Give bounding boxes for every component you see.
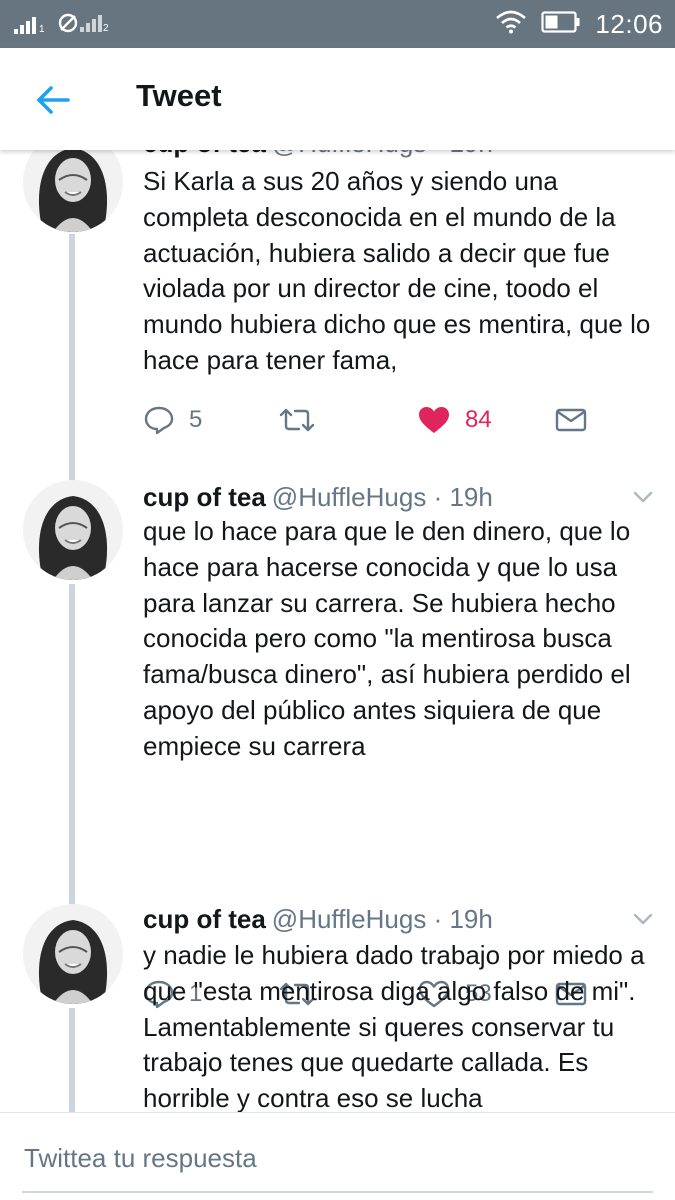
- like-count: 84: [465, 406, 492, 433]
- battery-icon: [541, 10, 581, 39]
- heart-filled-icon: [419, 407, 449, 433]
- tweet-thread[interactable]: cup of tea@HuffleHugs · 19h Si Karla a s…: [0, 150, 675, 1112]
- tweet-header: cup of tea@HuffleHugs · 19h: [143, 904, 493, 934]
- avatar[interactable]: [23, 904, 123, 1004]
- app-bar: Tweet: [0, 48, 675, 150]
- reply-input[interactable]: Twittea tu respuesta: [24, 1143, 257, 1174]
- dm-button[interactable]: [555, 400, 587, 440]
- chevron-down-icon[interactable]: [630, 906, 656, 932]
- signal-bars-icon: 1: [14, 14, 48, 36]
- author-handle[interactable]: @HuffleHugs: [272, 904, 427, 934]
- author-handle[interactable]: @HuffleHugs: [272, 482, 427, 512]
- reply-button[interactable]: 5: [143, 400, 202, 440]
- no-sim-icon: 2: [58, 12, 110, 36]
- avatar[interactable]: [23, 150, 123, 232]
- author-name[interactable]: cup of tea: [143, 150, 266, 158]
- tweet-actions: 5 84: [143, 400, 643, 440]
- signal-sub-label: 2: [103, 23, 109, 34]
- tweet-text: Si Karla a sus 20 años y siendo una comp…: [143, 166, 651, 375]
- tweet-text: que lo hace para que le den dinero, que …: [143, 516, 631, 761]
- tweet-time: · 19h: [434, 150, 493, 158]
- status-time: 12:06: [595, 9, 663, 39]
- thread-line: [69, 584, 75, 904]
- page-title: Tweet: [136, 78, 222, 113]
- avatar[interactable]: [23, 480, 123, 580]
- author-handle[interactable]: @HuffleHugs: [272, 150, 427, 158]
- like-button[interactable]: 84: [417, 400, 492, 440]
- tweet-time: · 19h: [433, 482, 493, 512]
- author-name[interactable]: cup of tea: [143, 904, 266, 934]
- tweet-header: cup of tea @HuffleHugs · 19h: [143, 150, 493, 158]
- reply-count: 5: [189, 406, 203, 433]
- reply-bar: Twittea tu respuesta: [0, 1112, 675, 1200]
- tweet-text: y nadie le hubiera dado trabajo por mied…: [143, 940, 645, 1112]
- status-bar: 1 2 12:06: [0, 0, 675, 48]
- back-button[interactable]: [30, 80, 76, 120]
- status-bar-left: 1 2: [14, 12, 110, 36]
- reply-icon: [144, 406, 174, 435]
- author-name[interactable]: cup of tea: [143, 482, 266, 512]
- retweet-icon: [279, 408, 315, 432]
- tweet-time: · 19h: [433, 904, 493, 934]
- status-bar-right: 12:06: [495, 9, 663, 40]
- tweet-header: cup of tea@HuffleHugs · 19h: [143, 482, 493, 512]
- thread-line: [69, 1008, 75, 1112]
- envelope-icon: [555, 408, 587, 432]
- wifi-icon: [495, 10, 527, 39]
- retweet-button[interactable]: [279, 400, 329, 440]
- reply-input-underline: [22, 1191, 653, 1193]
- signal-sub-label: 1: [39, 24, 45, 35]
- back-arrow-icon: [37, 86, 70, 114]
- chevron-down-icon[interactable]: [630, 484, 656, 510]
